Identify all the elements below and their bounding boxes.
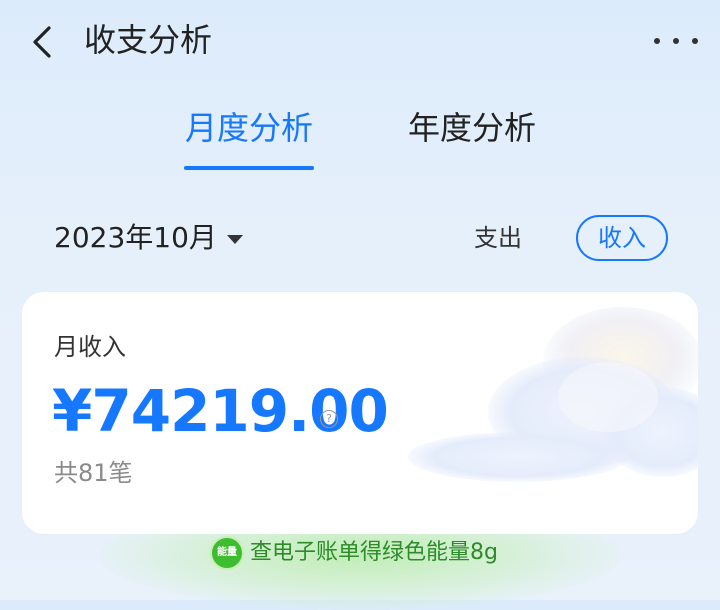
help-icon[interactable]: ? <box>320 410 338 428</box>
expense-toggle[interactable]: 支出 <box>474 220 522 256</box>
chevron-left-icon <box>33 26 51 58</box>
income-summary-card: 月收入 ¥74219.00 ? 共81笔 <box>22 292 698 534</box>
header-bar: 收支分析 <box>0 0 720 84</box>
cloud-illustration <box>408 307 698 482</box>
caret-down-icon <box>226 234 243 244</box>
filter-row: 2023年10月 支出 收入 <box>0 208 720 270</box>
energy-banner-text: 查电子账单得绿色能量8g <box>250 540 498 565</box>
analysis-tabs: 月度分析 年度分析 <box>0 100 720 180</box>
green-energy-banner[interactable]: 能量 查电子账单得绿色能量8g <box>212 538 498 568</box>
page-title: 收支分析 <box>84 21 213 59</box>
active-tab-indicator <box>184 166 314 170</box>
monthly-income-label: 月收入 <box>54 333 126 361</box>
month-selector[interactable]: 2023年10月 <box>54 218 243 258</box>
income-amount: ¥74219.00 <box>52 377 389 445</box>
more-horizontal-icon <box>654 38 660 44</box>
income-toggle[interactable]: 收入 <box>576 215 668 261</box>
back-button[interactable] <box>22 22 62 62</box>
energy-badge-icon: 能量 <box>212 538 242 568</box>
month-label: 2023年10月 <box>54 221 217 254</box>
transaction-count: 共81笔 <box>54 459 133 487</box>
more-button[interactable] <box>654 26 698 56</box>
tab-monthly-analysis[interactable]: 月度分析 <box>185 106 313 150</box>
tab-yearly-analysis[interactable]: 年度分析 <box>408 106 536 150</box>
